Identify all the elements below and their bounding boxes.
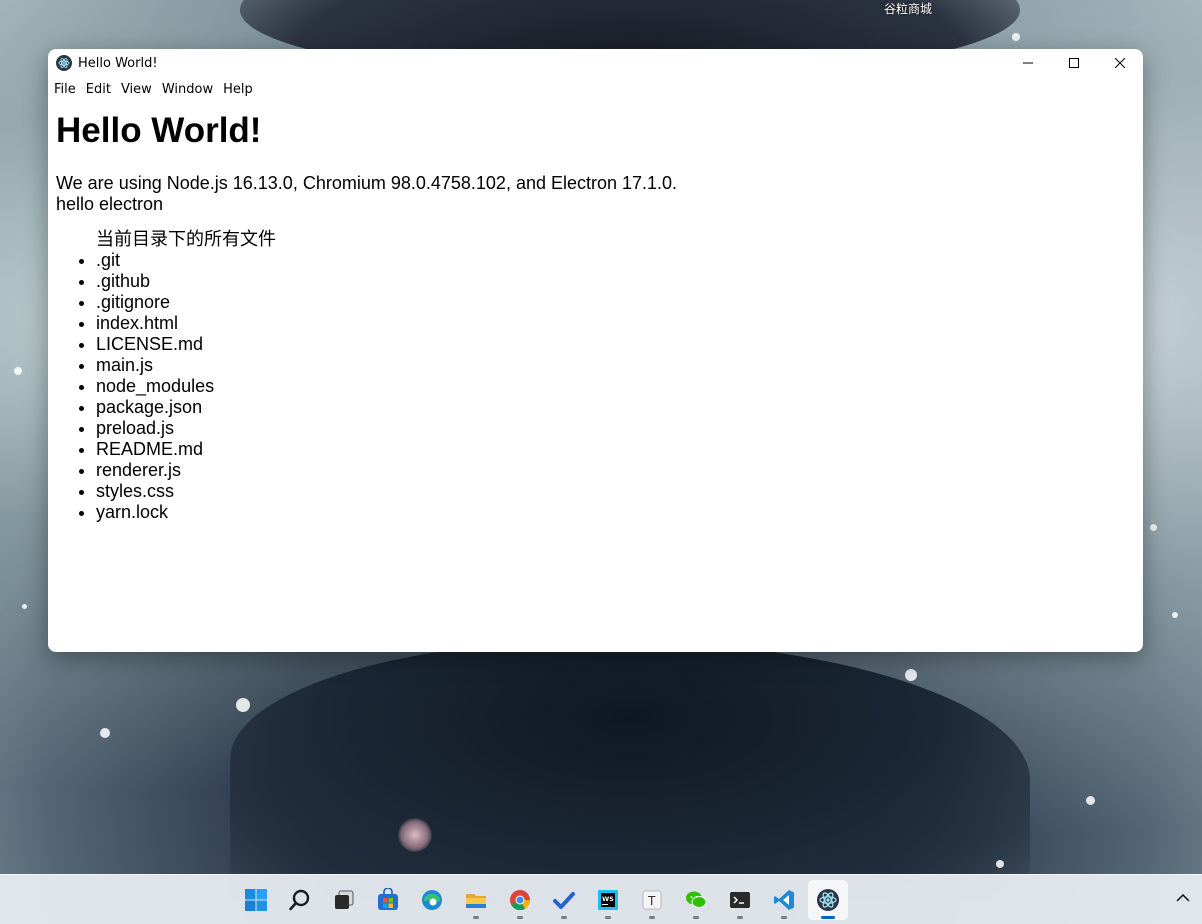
- search-button[interactable]: [280, 880, 320, 920]
- snowflake: [22, 604, 27, 609]
- file-list-item: package.json: [96, 397, 1135, 418]
- file-list-item: index.html: [96, 313, 1135, 334]
- maximize-button[interactable]: [1051, 49, 1097, 77]
- chrome-button[interactable]: [500, 880, 540, 920]
- vscode-icon: [774, 890, 794, 910]
- app-window: Hello World! File Edit View Window Help …: [48, 49, 1143, 652]
- running-indicator: [605, 916, 611, 919]
- file-explorer-icon: [466, 894, 486, 908]
- file-list: 当前目录下的所有文件 .git .github .gitignore index…: [56, 229, 1135, 523]
- task-view-button[interactable]: [324, 880, 364, 920]
- menu-help[interactable]: Help: [219, 82, 259, 97]
- close-button[interactable]: [1097, 49, 1143, 77]
- typora-button[interactable]: T: [632, 880, 672, 920]
- snowflake: [1012, 33, 1020, 41]
- snowflake: [100, 728, 110, 738]
- running-indicator: [561, 916, 567, 919]
- file-list-item: styles.css: [96, 481, 1135, 502]
- file-list-item: .github: [96, 271, 1135, 292]
- file-list-title: 当前目录下的所有文件: [96, 229, 276, 249]
- vscode-button[interactable]: [764, 880, 804, 920]
- file-list-item: .gitignore: [96, 292, 1135, 313]
- page-content: Hello World! We are using Node.js 16.13.…: [48, 111, 1143, 523]
- page-heading: Hello World!: [56, 111, 262, 150]
- snowflake: [1086, 796, 1095, 805]
- menu-view[interactable]: View: [117, 82, 158, 97]
- terminal-icon: [730, 892, 750, 908]
- terminal-button[interactable]: [720, 880, 760, 920]
- file-list-item: node_modules: [96, 376, 1135, 397]
- start-button[interactable]: [236, 880, 276, 920]
- running-indicator: [737, 916, 743, 919]
- todo-button[interactable]: [544, 880, 584, 920]
- wechat-icon: [686, 891, 707, 908]
- minimize-button[interactable]: [1005, 49, 1051, 77]
- menu-file[interactable]: File: [50, 82, 82, 97]
- snowflake: [1150, 524, 1157, 531]
- electron-app-icon: [56, 55, 72, 71]
- task-view-icon: [335, 890, 354, 909]
- running-indicator: [517, 916, 523, 919]
- file-list-item: README.md: [96, 439, 1135, 460]
- menu-bar: File Edit View Window Help: [48, 77, 1143, 101]
- file-list-item: LICENSE.md: [96, 334, 1135, 355]
- file-list-item: .git: [96, 250, 1135, 271]
- title-bar[interactable]: Hello World!: [48, 49, 1143, 77]
- taskbar: WS T: [0, 874, 1202, 924]
- svg-text:WS: WS: [602, 895, 614, 903]
- menu-edit[interactable]: Edit: [82, 82, 117, 97]
- running-indicator: [693, 916, 699, 919]
- minimize-icon: [1023, 62, 1033, 64]
- window-controls: [1005, 49, 1143, 77]
- electron-icon: [817, 889, 839, 911]
- snowflake: [1172, 612, 1178, 618]
- file-list-item: preload.js: [96, 418, 1135, 439]
- snowflake: [14, 367, 22, 375]
- chevron-up-icon: [1176, 894, 1190, 902]
- window-title: Hello World!: [78, 55, 158, 71]
- wallpaper-petal: [398, 818, 432, 852]
- running-indicator: [473, 916, 479, 919]
- active-indicator: [821, 916, 835, 919]
- wechat-button[interactable]: [676, 880, 716, 920]
- webstorm-button[interactable]: WS: [588, 880, 628, 920]
- store-button[interactable]: [368, 880, 408, 920]
- electron-button[interactable]: [808, 880, 848, 920]
- taskbar-icons: WS T: [236, 875, 852, 924]
- running-indicator: [649, 916, 655, 919]
- typora-icon: T: [642, 890, 662, 910]
- snowflake: [905, 669, 917, 681]
- versions-text: We are using Node.js 16.13.0, Chromium 9…: [56, 173, 678, 193]
- todo-icon: [553, 892, 575, 909]
- running-indicator: [781, 916, 787, 919]
- start-icon: [245, 889, 267, 911]
- store-icon: [378, 888, 398, 910]
- close-icon: [1115, 58, 1125, 68]
- webstorm-icon: WS: [598, 890, 618, 910]
- desktop: 谷粒商城 Hello World! File Edit View Window …: [0, 0, 1202, 924]
- maximize-icon: [1069, 58, 1079, 68]
- greeting-text: hello electron: [56, 194, 164, 214]
- tray-overflow-button[interactable]: [1176, 891, 1190, 907]
- edge-icon: [422, 890, 442, 910]
- file-explorer-button[interactable]: [456, 880, 496, 920]
- desktop-shortcut-label[interactable]: 谷粒商城: [884, 0, 932, 17]
- svg-text:T: T: [647, 894, 656, 908]
- file-list-item: main.js: [96, 355, 1135, 376]
- file-list-item: yarn.lock: [96, 502, 1135, 523]
- search-icon: [289, 889, 310, 911]
- snowflake: [996, 860, 1004, 868]
- edge-button[interactable]: [412, 880, 452, 920]
- file-list-item: renderer.js: [96, 460, 1135, 481]
- chrome-icon: [510, 890, 531, 911]
- snowflake: [236, 698, 250, 712]
- menu-window[interactable]: Window: [158, 82, 219, 97]
